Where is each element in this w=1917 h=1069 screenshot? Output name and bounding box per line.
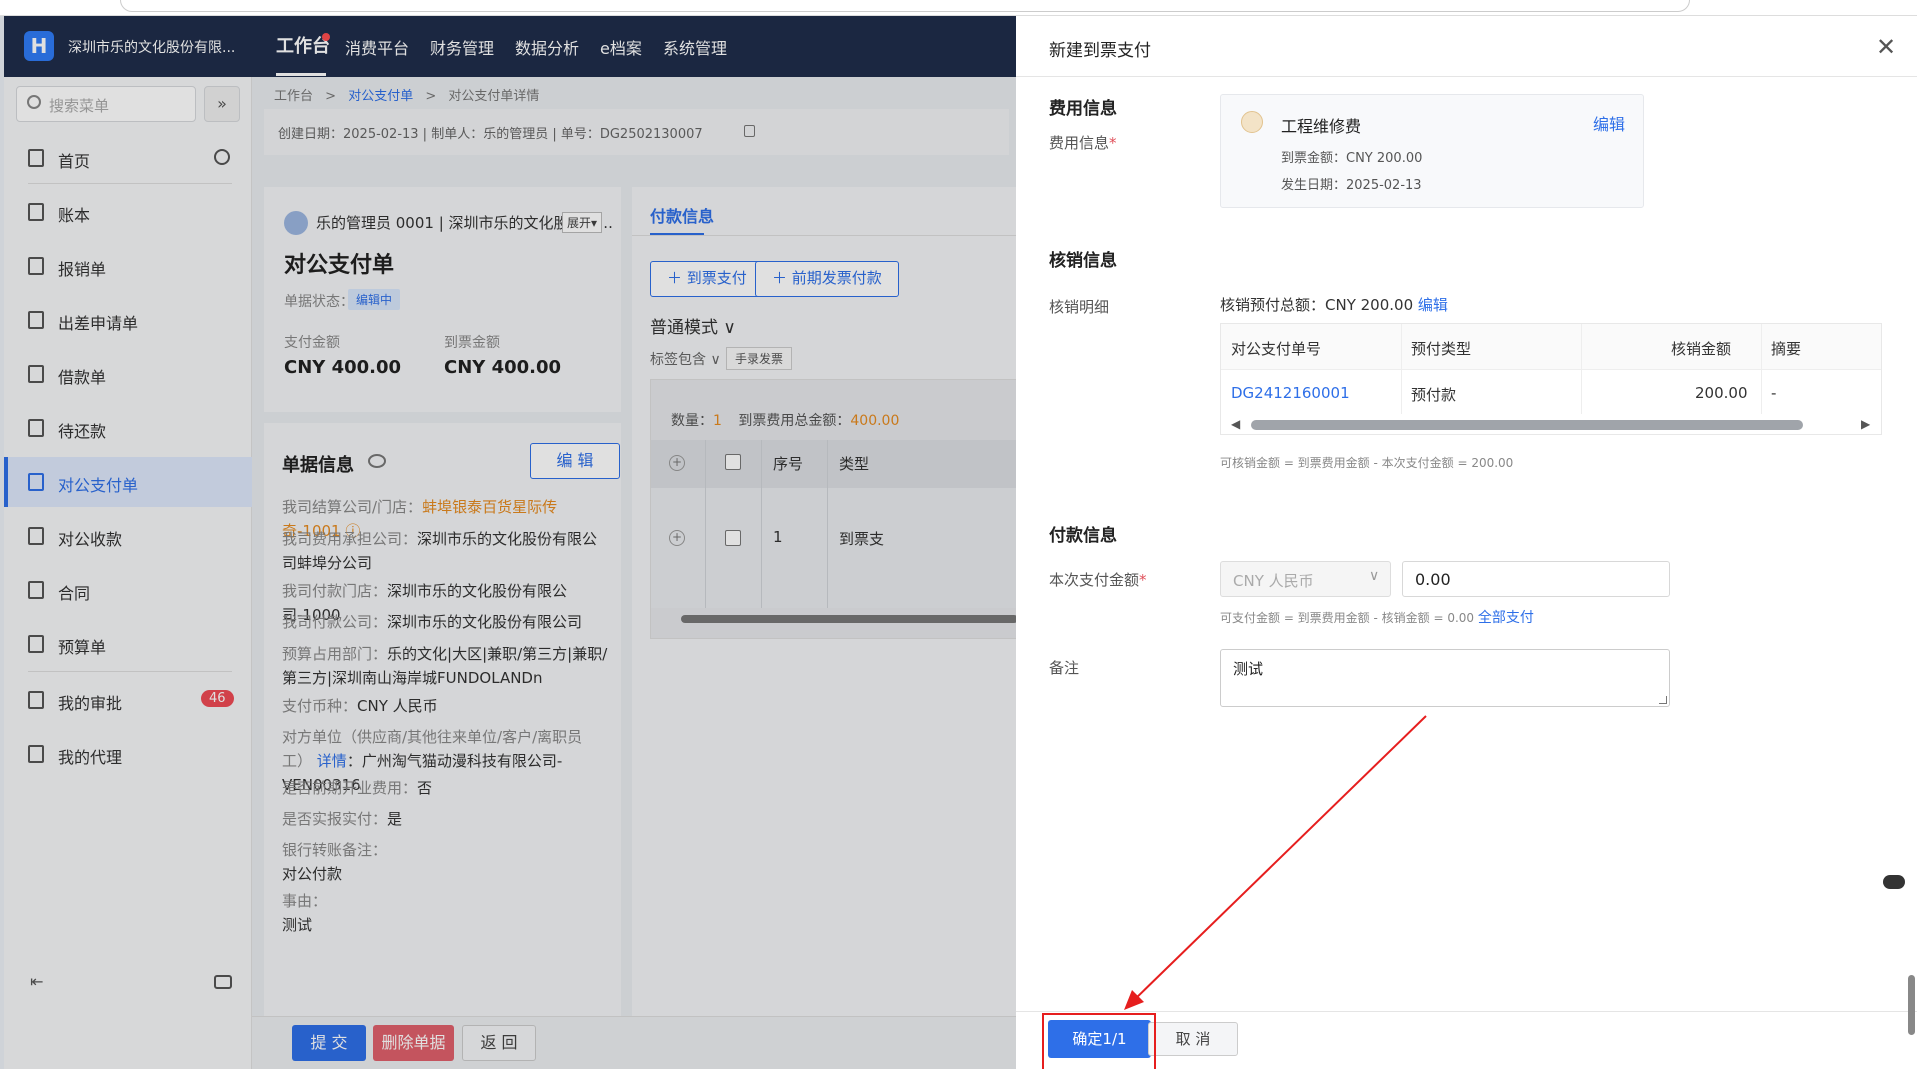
assistant-robot-icon[interactable] <box>1883 875 1905 889</box>
new-invoice-payment-drawer: 新建到票支付 ✕ 费用信息 费用信息* 工程维修费 编辑 到票金额：CNY 20… <box>1016 16 1917 1069</box>
divider <box>1016 1011 1917 1012</box>
browser-tabstrip <box>0 0 1917 16</box>
modal-overlay[interactable] <box>4 16 1017 1069</box>
cancel-button[interactable]: 取 消 <box>1148 1022 1238 1056</box>
address-bar[interactable] <box>120 0 1690 12</box>
annotation-highlight-box <box>1042 1013 1156 1069</box>
annotation-arrow <box>1124 715 1427 1010</box>
page-scrollbar[interactable] <box>1908 975 1915 1035</box>
